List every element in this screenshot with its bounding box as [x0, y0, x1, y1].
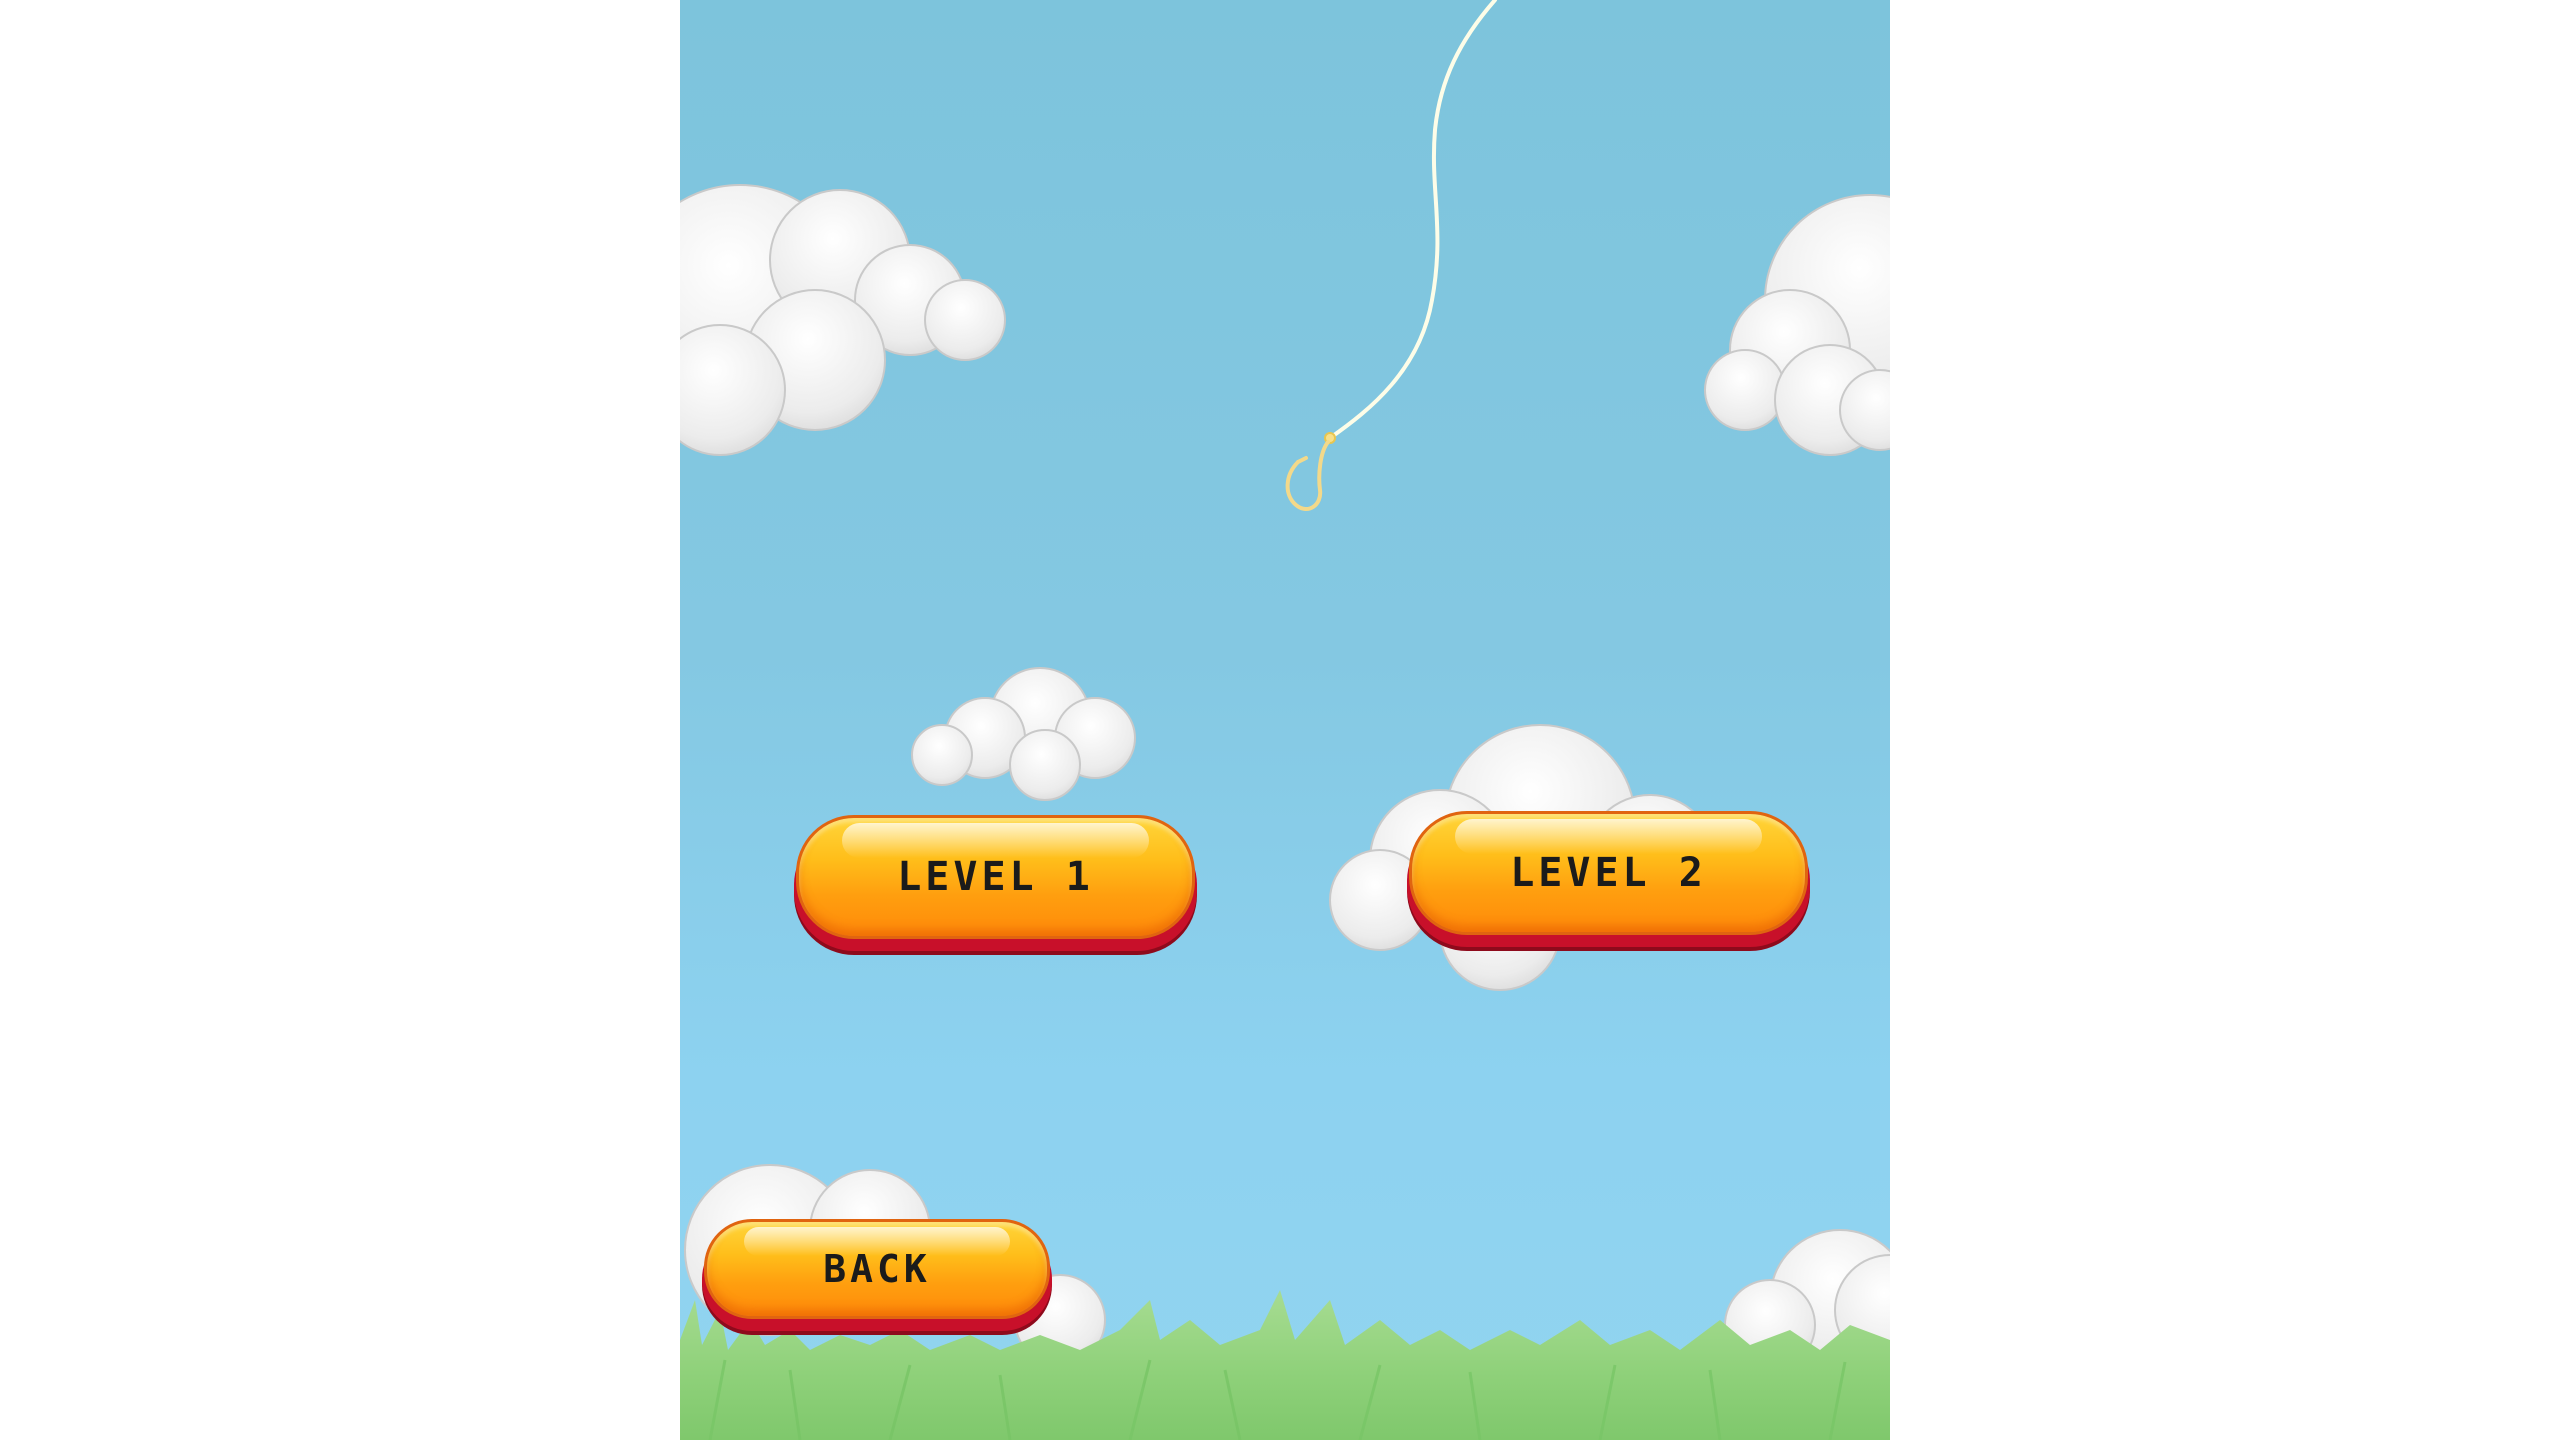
- page: LEVEL 1 LEVEL 2 BACK: [0, 0, 2560, 1440]
- fishing-hook-icon: [1285, 0, 1497, 511]
- cloud-icon: [1704, 194, 1890, 456]
- level-1-button[interactable]: LEVEL 1: [794, 815, 1197, 951]
- level-2-button[interactable]: LEVEL 2: [1407, 811, 1810, 947]
- level-2-label: LEVEL 2: [1510, 850, 1707, 896]
- cloud-icon: [680, 184, 1006, 456]
- back-button[interactable]: BACK: [702, 1219, 1052, 1331]
- game-frame: LEVEL 1 LEVEL 2 BACK: [680, 0, 1890, 1440]
- level-1-label: LEVEL 1: [897, 854, 1094, 900]
- cloud-icon: [911, 667, 1136, 801]
- back-label: BACK: [823, 1247, 931, 1291]
